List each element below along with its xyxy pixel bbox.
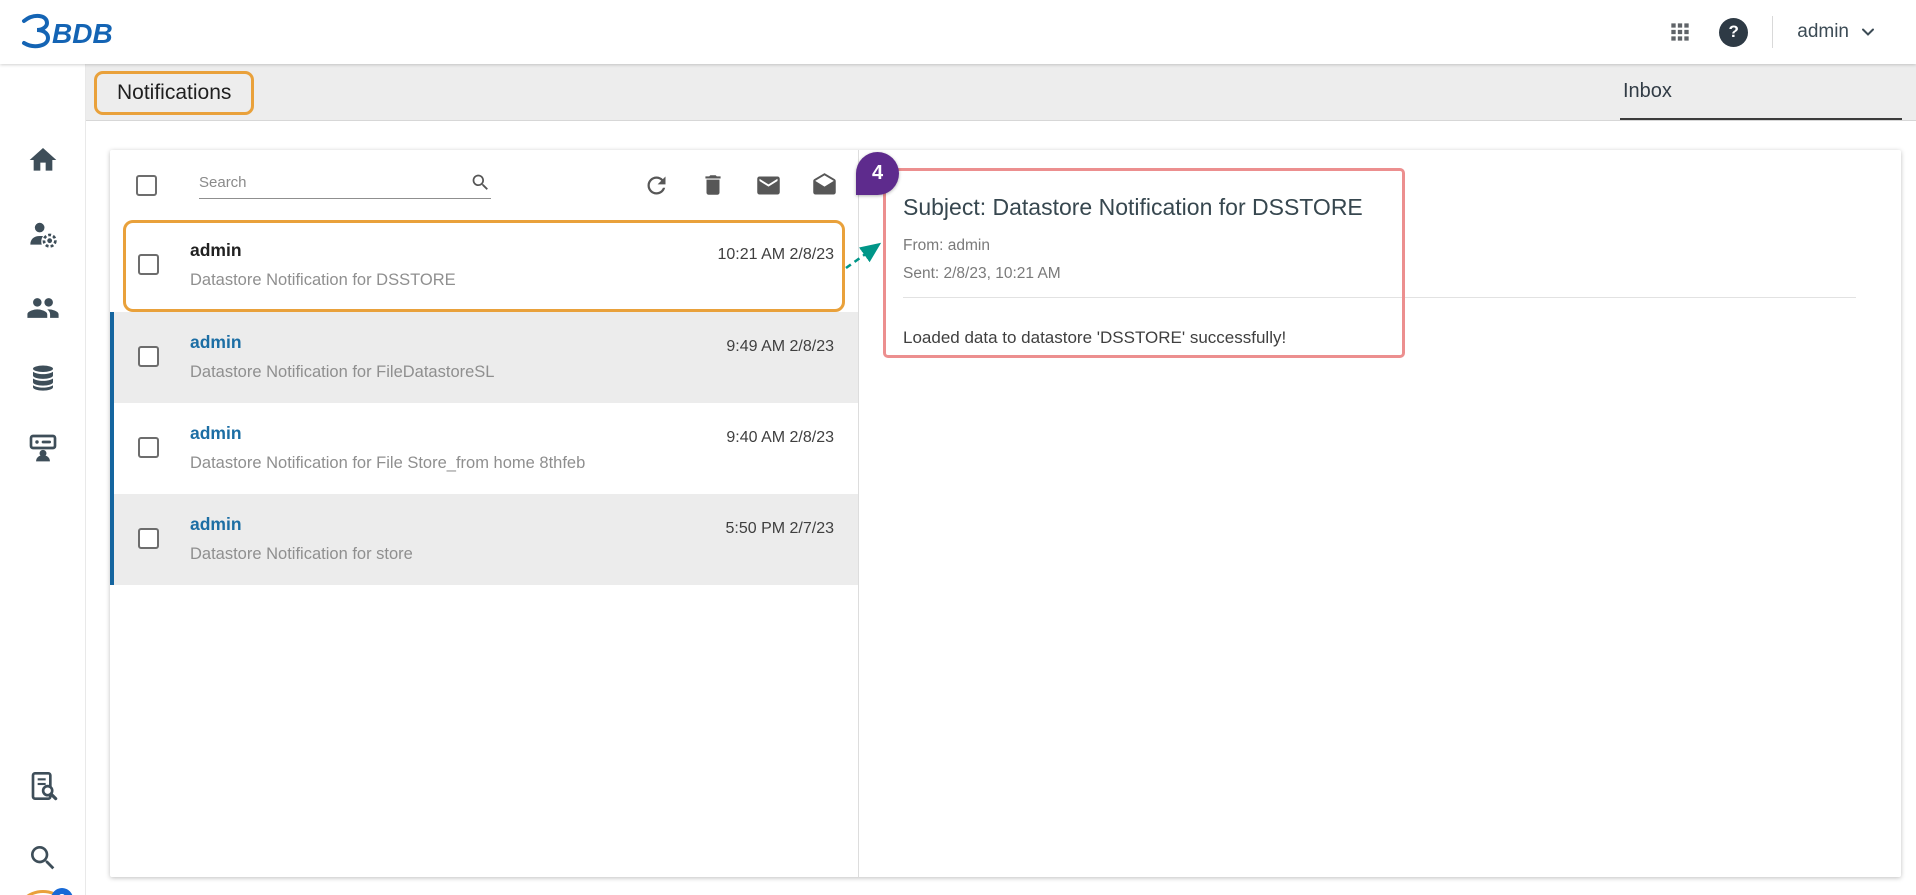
detail-divider: [903, 297, 1856, 298]
user-name-label: admin: [1797, 21, 1849, 43]
user-menu[interactable]: admin: [1797, 21, 1878, 43]
message-subject: Datastore Notification for FileDatastore…: [190, 363, 494, 382]
message-sender: admin: [190, 332, 494, 353]
message-row[interactable]: admin Datastore Notification for File St…: [110, 403, 858, 494]
topbar-actions: ? admin: [1665, 16, 1878, 48]
logo-text: BDB: [52, 18, 113, 49]
users-group-icon: [26, 291, 60, 325]
message-texts: admin Datastore Notification for store: [190, 514, 413, 564]
home-icon: [27, 144, 59, 176]
message-time: 5:50 PM 2/7/23: [725, 520, 834, 538]
sidebar-item-notifications[interactable]: 3: [14, 890, 72, 895]
message-sender: admin: [190, 423, 585, 444]
top-bar: BDB ? admin: [0, 0, 1916, 64]
trash-icon: [700, 172, 726, 198]
message-rows: admin Datastore Notification for DSSTORE…: [110, 220, 858, 585]
sidebar-item-datastore[interactable]: [23, 358, 63, 398]
message-checkbox[interactable]: [138, 437, 159, 458]
message-texts: admin Datastore Notification for FileDat…: [190, 332, 494, 382]
annotation-arrow-icon: [842, 236, 890, 276]
document-search-icon: [27, 770, 59, 802]
sidebar-item-audit[interactable]: [23, 766, 63, 806]
sidebar-item-workspace[interactable]: [23, 428, 63, 468]
message-row[interactable]: admin Datastore Notification for FileDat…: [110, 312, 858, 403]
message-detail-pane: 4 Subject: Datastore Notification for DS…: [859, 150, 1901, 877]
sidebar-item-users[interactable]: [23, 288, 63, 328]
message-texts: admin Datastore Notification for File St…: [190, 423, 585, 473]
page-title-bar: Notifications Inbox: [86, 64, 1916, 121]
page-title-label: Notifications: [117, 81, 231, 104]
tab-inbox-label: Inbox: [1623, 80, 1672, 103]
detail-sent: Sent: 2/8/23, 10:21 AM: [903, 265, 1856, 283]
sidebar: 3: [0, 64, 86, 895]
message-checkbox[interactable]: [138, 254, 159, 275]
search-input[interactable]: [199, 174, 470, 191]
bdb-logo[interactable]: BDB: [18, 11, 130, 53]
detail-body: Loaded data to datastore 'DSSTORE' succe…: [903, 328, 1856, 348]
message-texts: admin Datastore Notification for DSSTORE: [190, 240, 456, 290]
toolbar-actions: [643, 172, 838, 199]
message-row[interactable]: admin Datastore Notification for store 5…: [110, 494, 858, 585]
mail-closed-icon: [755, 172, 782, 199]
message-time: 9:40 AM 2/8/23: [726, 429, 834, 447]
sidebar-item-home[interactable]: [23, 140, 63, 180]
message-subject: Datastore Notification for File Store_fr…: [190, 454, 585, 473]
annotation-step-badge: 4: [856, 152, 899, 195]
sidebar-item-user-settings[interactable]: [23, 214, 63, 254]
user-gear-icon: [27, 218, 59, 250]
refresh-icon: [643, 172, 670, 199]
help-icon[interactable]: ?: [1719, 18, 1748, 47]
message-checkbox[interactable]: [138, 346, 159, 367]
message-sender: admin: [190, 240, 456, 261]
notifications-card: admin Datastore Notification for DSSTORE…: [110, 150, 1901, 877]
apps-grid-icon[interactable]: [1665, 17, 1695, 47]
chevron-down-icon: [1858, 22, 1878, 42]
search-icon: [470, 172, 491, 193]
search-icon: [27, 842, 59, 874]
message-sender: admin: [190, 514, 413, 535]
board-user-icon: [27, 432, 59, 464]
message-time: 10:21 AM 2/8/23: [717, 246, 834, 264]
notification-count-badge: 3: [51, 888, 73, 895]
tab-inbox[interactable]: Inbox: [1620, 64, 1902, 120]
message-subject: Datastore Notification for DSSTORE: [190, 271, 456, 290]
page-title: Notifications: [94, 71, 254, 115]
refresh-button[interactable]: [643, 172, 670, 199]
sidebar-item-search[interactable]: [23, 838, 63, 878]
delete-button[interactable]: [699, 172, 726, 199]
select-all-checkbox[interactable]: [136, 175, 157, 196]
message-time: 9:49 AM 2/8/23: [726, 338, 834, 356]
mail-open-icon: [811, 172, 838, 199]
bdb-logo-icon: BDB: [18, 11, 130, 53]
database-icon: [28, 362, 58, 394]
mark-unread-button[interactable]: [755, 172, 782, 199]
detail-from: From: admin: [903, 237, 1856, 255]
message-list-pane: admin Datastore Notification for DSSTORE…: [110, 150, 859, 877]
detail-subject: Subject: Datastore Notification for DSST…: [903, 194, 1856, 221]
list-toolbar: [110, 150, 858, 220]
mark-read-button[interactable]: [811, 172, 838, 199]
topbar-divider: [1772, 16, 1773, 48]
message-subject: Datastore Notification for store: [190, 545, 413, 564]
search-field: [199, 172, 491, 199]
message-checkbox[interactable]: [138, 528, 159, 549]
message-row-selected[interactable]: admin Datastore Notification for DSSTORE…: [123, 220, 845, 312]
